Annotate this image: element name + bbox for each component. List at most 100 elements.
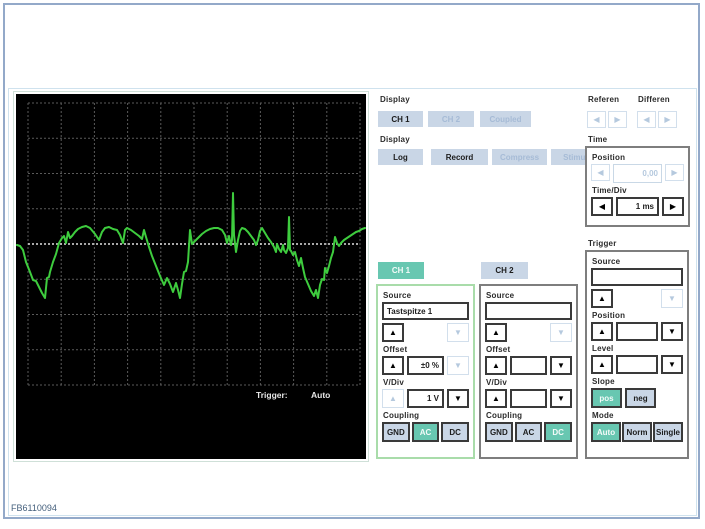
time-position-label: Position (592, 153, 626, 162)
trigger-source-down-button: ▼ (661, 289, 683, 308)
ch1-source-up-button[interactable]: ▲ (382, 323, 404, 342)
compress-button: Compress (492, 149, 547, 165)
trigger-position-down-button[interactable]: ▼ (661, 322, 683, 341)
trigger-label: Trigger (588, 239, 617, 248)
arrow-up-icon: ▲ (492, 360, 500, 370)
trigger-position-label: Position (592, 311, 626, 320)
ch2-vdiv-value[interactable] (510, 389, 547, 408)
arrow-up-icon: ▲ (598, 293, 606, 303)
time-panel: Position ◀ 0,00 ▶ Time/Div ◀ 1 ms ▶ (585, 146, 690, 227)
display-channels-label: Display (380, 95, 410, 104)
ch1-panel: Source Tastspitze 1 ▲ ▼ Offset ▲ ±0 % ▼ … (376, 284, 475, 459)
mode-single-button[interactable]: Single (653, 422, 683, 442)
time-div-increase-button[interactable]: ▶ (662, 197, 684, 216)
trigger-level-up-button[interactable]: ▲ (591, 355, 613, 374)
ch2-source-down-button: ▼ (550, 323, 572, 342)
slope-pos-button[interactable]: pos (591, 388, 622, 408)
arrow-down-icon: ▼ (557, 327, 565, 337)
ch1-vdiv-value[interactable]: 1 V (407, 389, 444, 408)
difference-prev-button: ◀ (637, 111, 656, 128)
ch2-coupling-ac-button[interactable]: AC (514, 422, 543, 442)
time-position-decrease-button: ◀ (591, 164, 610, 181)
arrow-up-icon: ▲ (389, 360, 397, 370)
arrow-left-icon: ◀ (643, 114, 650, 124)
ch2-source-up-button[interactable]: ▲ (485, 323, 507, 342)
ch2-vdiv-up-button[interactable]: ▲ (485, 389, 507, 408)
arrow-left-icon: ◀ (598, 201, 606, 211)
arrow-down-icon: ▼ (454, 393, 462, 403)
ch2-coupling-label: Coupling (486, 411, 523, 420)
trigger-source-label: Source (592, 257, 621, 266)
arrow-down-icon: ▼ (668, 293, 676, 303)
display-ch1-button[interactable]: CH 1 (378, 111, 423, 127)
arrow-left-icon: ◀ (593, 114, 600, 124)
arrow-down-icon: ▼ (668, 326, 676, 336)
ch1-source-label: Source (383, 291, 412, 300)
ch1-coupling-label: Coupling (383, 411, 420, 420)
reference-label: Referen (588, 95, 620, 104)
difference-label: Differen (638, 95, 670, 104)
trigger-level-value[interactable] (616, 355, 658, 374)
time-label: Time (588, 135, 608, 144)
ch2-offset-up-button[interactable]: ▲ (485, 356, 507, 375)
time-position-value[interactable]: 0,00 (613, 164, 662, 183)
time-div-value[interactable]: 1 ms (616, 197, 659, 216)
ch1-offset-up-button[interactable]: ▲ (382, 356, 404, 375)
ch1-offset-value[interactable]: ±0 % (407, 356, 444, 375)
arrow-down-icon: ▼ (557, 393, 565, 403)
ch1-vdiv-label: V/Div (383, 378, 405, 387)
scope-trigger-label: Trigger: (256, 390, 288, 400)
trigger-position-value[interactable] (616, 322, 658, 341)
ch2-vdiv-label: V/Div (486, 378, 508, 387)
ch2-offset-value[interactable] (510, 356, 547, 375)
ch2-coupling-gnd-button[interactable]: GND (485, 422, 513, 442)
display-ch2-button: CH 2 (428, 111, 474, 127)
time-div-label: Time/Div (592, 186, 627, 195)
ch1-vdiv-down-button[interactable]: ▼ (447, 389, 469, 408)
mode-norm-button[interactable]: Norm (622, 422, 652, 442)
trigger-position-up-button[interactable]: ▲ (591, 322, 613, 341)
arrow-up-icon: ▲ (492, 327, 500, 337)
arrow-right-icon: ▶ (614, 114, 621, 124)
oscilloscope-app-window: Trigger: Auto Display CH 1 CH 2 Coupled … (0, 0, 705, 529)
scope-screen: Trigger: Auto (16, 94, 366, 459)
record-button[interactable]: Record (431, 149, 488, 165)
ch2-select-button[interactable]: CH 2 (481, 262, 528, 279)
ch1-coupling-dc-button[interactable]: DC (441, 422, 470, 442)
ch2-vdiv-down-button[interactable]: ▼ (550, 389, 572, 408)
trigger-source-up-button[interactable]: ▲ (591, 289, 613, 308)
ch1-offset-label: Offset (383, 345, 408, 354)
log-button[interactable]: Log (378, 149, 423, 165)
ch2-offset-label: Offset (486, 345, 511, 354)
ch1-select-button[interactable]: CH 1 (378, 262, 424, 279)
time-position-increase-button: ▶ (665, 164, 684, 181)
scope-display-container: Trigger: Auto (13, 91, 369, 462)
ch1-source-value[interactable]: Tastspitze 1 (382, 302, 469, 320)
slope-neg-button[interactable]: neg (625, 388, 656, 408)
trigger-panel: Source ▲ ▼ Position ▲ ▼ Level ▲ ▼ Slope … (585, 250, 689, 459)
arrow-down-icon: ▼ (454, 360, 462, 370)
trigger-level-down-button[interactable]: ▼ (661, 355, 683, 374)
arrow-left-icon: ◀ (597, 167, 604, 177)
reference-next-button: ▶ (608, 111, 627, 128)
ch2-coupling-dc-button[interactable]: DC (544, 422, 573, 442)
arrow-down-icon: ▼ (454, 327, 462, 337)
ch1-vdiv-up-button: ▲ (382, 389, 404, 408)
figure-id: FB6110094 (11, 503, 57, 513)
ch1-coupling-gnd-button[interactable]: GND (382, 422, 410, 442)
ch2-source-value[interactable] (485, 302, 572, 320)
ch2-offset-down-button[interactable]: ▼ (550, 356, 572, 375)
difference-next-button: ▶ (658, 111, 677, 128)
display-coupled-button: Coupled (480, 111, 531, 127)
time-div-decrease-button[interactable]: ◀ (591, 197, 613, 216)
trigger-slope-label: Slope (592, 377, 615, 386)
mode-auto-button[interactable]: Auto (591, 422, 621, 442)
trigger-level-label: Level (592, 344, 614, 353)
trigger-mode-label: Mode (592, 411, 614, 420)
arrow-right-icon: ▶ (664, 114, 671, 124)
ch1-coupling-ac-button[interactable]: AC (411, 422, 440, 442)
arrow-right-icon: ▶ (669, 201, 677, 211)
trigger-source-value[interactable] (591, 268, 683, 286)
arrow-right-icon: ▶ (671, 167, 678, 177)
arrow-up-icon: ▲ (492, 393, 500, 403)
